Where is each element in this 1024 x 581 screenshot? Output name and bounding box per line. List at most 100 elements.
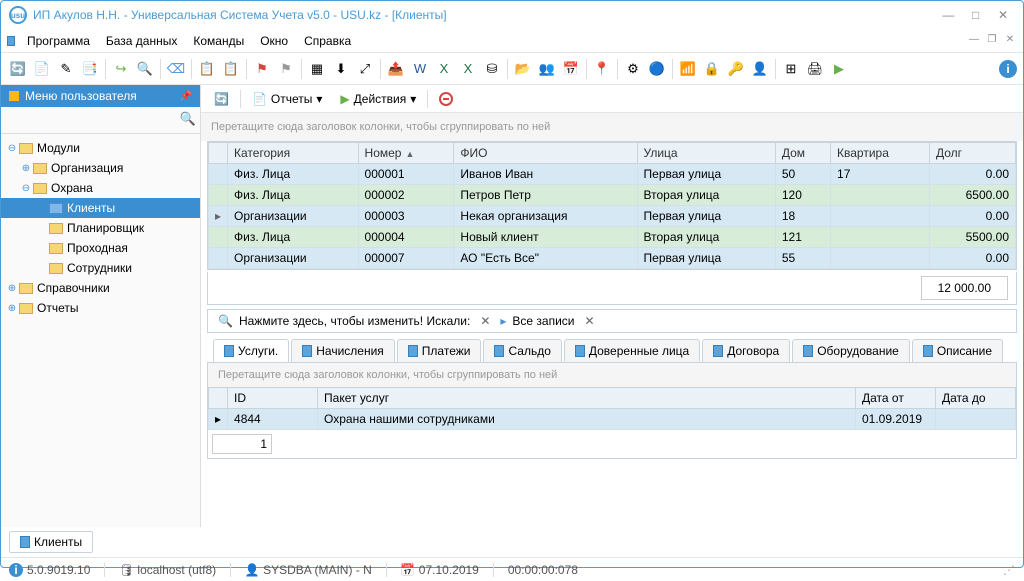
tb-expand-icon[interactable]: ⤢ [354,58,376,80]
tab-contracts[interactable]: Договора [702,339,790,362]
col-debt[interactable]: Долг [929,143,1015,164]
tb-lock-icon[interactable]: 🔒 [701,58,723,80]
mdi-restore-button[interactable]: ❐ [985,34,999,48]
table-row[interactable]: ▸Организации000003Некая организацияПерва… [209,206,1016,227]
tb-key-icon[interactable]: 🔑 [725,58,747,80]
tb-search-icon[interactable]: 🔍 [134,58,156,80]
menu-database[interactable]: База данных [98,32,185,50]
tree-clients[interactable]: Клиенты [1,198,200,218]
tree-refs[interactable]: ⊕Справочники [1,278,200,298]
table-row[interactable]: Физ. Лица000002Петров ПетрВторая улица12… [209,185,1016,206]
status-date: 07.10.2019 [419,563,479,577]
tb-play-icon[interactable]: ▶ [828,58,850,80]
search-prompt: Нажмите здесь, чтобы изменить! Искали: [239,314,470,328]
tb-print-icon[interactable]: 🖨 [804,58,826,80]
sub-row[interactable]: ▸ 4844 Охрана нашими сотрудниками 01.09.… [209,409,1016,430]
tb-open-icon[interactable]: 📂 [512,58,534,80]
col-category[interactable]: Категория [228,143,359,164]
btn-stop[interactable] [432,89,460,109]
search-all-clear[interactable]: ✕ [581,314,599,328]
tab-payments[interactable]: Платежи [397,339,482,362]
table-row[interactable]: Организации000007АО "Есть Все"Первая ули… [209,248,1016,269]
mdi-minimize-button[interactable]: — [967,34,981,48]
col-number[interactable]: Номер▲ [358,143,454,164]
minimize-button[interactable]: — [936,8,960,22]
tb-rss-icon[interactable]: 📶 [677,58,699,80]
tb-info-icon[interactable]: i [999,60,1017,78]
menu-program[interactable]: Программа [19,32,98,50]
menu-window[interactable]: Окно [252,32,296,50]
tab-trusted[interactable]: Доверенные лица [564,339,700,362]
tree-modules[interactable]: ⊖Модули [1,138,200,158]
tb-clear-icon[interactable]: ⌫ [165,58,187,80]
search-line[interactable]: 🔍 Нажмите здесь, чтобы изменить! Искали:… [207,309,1017,333]
tb-doc2-icon[interactable]: 📑 [79,58,101,80]
search-clear[interactable]: ✕ [476,314,494,328]
bottom-tab-clients[interactable]: Клиенты [9,531,93,553]
tab-balance[interactable]: Сальдо [483,339,561,362]
tb-grid-icon[interactable]: ▦ [306,58,328,80]
table-row[interactable]: Физ. Лица000004Новый клиентВторая улица1… [209,227,1016,248]
search-icon[interactable]: 🔍 [180,111,196,129]
tree-planner[interactable]: Планировщик [1,218,200,238]
tree-passage[interactable]: Проходная [1,238,200,258]
tb-export-icon[interactable]: 📤 [385,58,407,80]
menu-commands[interactable]: Команды [185,32,252,50]
group-hint-main[interactable]: Перетащите сюда заголовок колонки, чтобы… [201,113,1023,141]
cal-icon: 📅 [401,563,415,577]
tb-refresh-icon[interactable]: 🔄 [7,58,29,80]
tb-flag-gray-icon[interactable]: ⚑ [275,58,297,80]
col-date-from[interactable]: Дата от [856,388,936,409]
tb-undo-icon[interactable]: ↪ [110,58,132,80]
pin-icon[interactable]: 📌 [180,91,192,102]
group-hint-sub[interactable]: Перетащите сюда заголовок колонки, чтобы… [208,363,1016,387]
close-button[interactable]: ✕ [991,8,1015,22]
btn-actions[interactable]: ▶ Действия ▾ [333,89,423,109]
col-package[interactable]: Пакет услуг [318,388,856,409]
sidebar-search-input[interactable] [5,111,180,129]
clients-grid[interactable]: Категория Номер▲ ФИО Улица Дом Квартира … [207,141,1017,270]
tb-pin-icon[interactable]: 📍 [591,58,613,80]
tab-desc[interactable]: Описание [912,339,1003,362]
tb-excel2-icon[interactable]: X [457,58,479,80]
tb-gear-icon[interactable]: ⚙ [622,58,644,80]
tree-org[interactable]: ⊕Организация [1,158,200,178]
status-time: 00:00:00:078 [508,563,578,577]
tb-flag-red-icon[interactable]: ⚑ [251,58,273,80]
page-input[interactable] [212,434,272,454]
menu-help[interactable]: Справка [296,32,359,50]
tab-charges[interactable]: Начисления [291,339,395,362]
table-row[interactable]: Физ. Лица000001Иванов ИванПервая улица50… [209,164,1016,185]
tb-user-icon[interactable]: 👤 [749,58,771,80]
col-id[interactable]: ID [228,388,318,409]
maximize-button[interactable]: □ [964,8,988,22]
tree-staff[interactable]: Сотрудники [1,258,200,278]
btn-reports[interactable]: 📄 Отчеты ▾ [245,89,329,109]
tb-doc1-icon[interactable]: 📄 [31,58,53,80]
col-fio[interactable]: ФИО [454,143,637,164]
tb-cal-icon[interactable]: 📅 [560,58,582,80]
tab-equipment[interactable]: Оборудование [792,339,910,362]
tree-reports[interactable]: ⊕Отчеты [1,298,200,318]
col-flat[interactable]: Квартира [831,143,930,164]
tb-edit-icon[interactable]: ✎ [55,58,77,80]
col-house[interactable]: Дом [775,143,830,164]
resize-grip-icon[interactable]: ⋰ [1003,563,1015,577]
tb-copy-icon[interactable]: 📋 [196,58,218,80]
tab-services[interactable]: Услуги. [213,339,289,362]
btn-refresh[interactable]: 🔄 [207,89,236,109]
sidebar-search: 🔍 [1,107,200,134]
tb-paste-icon[interactable]: 📋 [220,58,242,80]
tb-users-icon[interactable]: 👥 [536,58,558,80]
tb-theme-icon[interactable]: 🔵 [646,58,668,80]
tb-word-icon[interactable]: W [409,58,431,80]
tb-sql-icon[interactable]: ⛁ [481,58,503,80]
col-date-to[interactable]: Дата до [936,388,1016,409]
tb-down-icon[interactable]: ⬇ [330,58,352,80]
tree-security[interactable]: ⊖Охрана [1,178,200,198]
tb-table-icon[interactable]: ⊞ [780,58,802,80]
services-subgrid[interactable]: Перетащите сюда заголовок колонки, чтобы… [207,363,1017,459]
mdi-close-button[interactable]: ✕ [1003,34,1017,48]
col-street[interactable]: Улица [637,143,775,164]
tb-excel-icon[interactable]: X [433,58,455,80]
